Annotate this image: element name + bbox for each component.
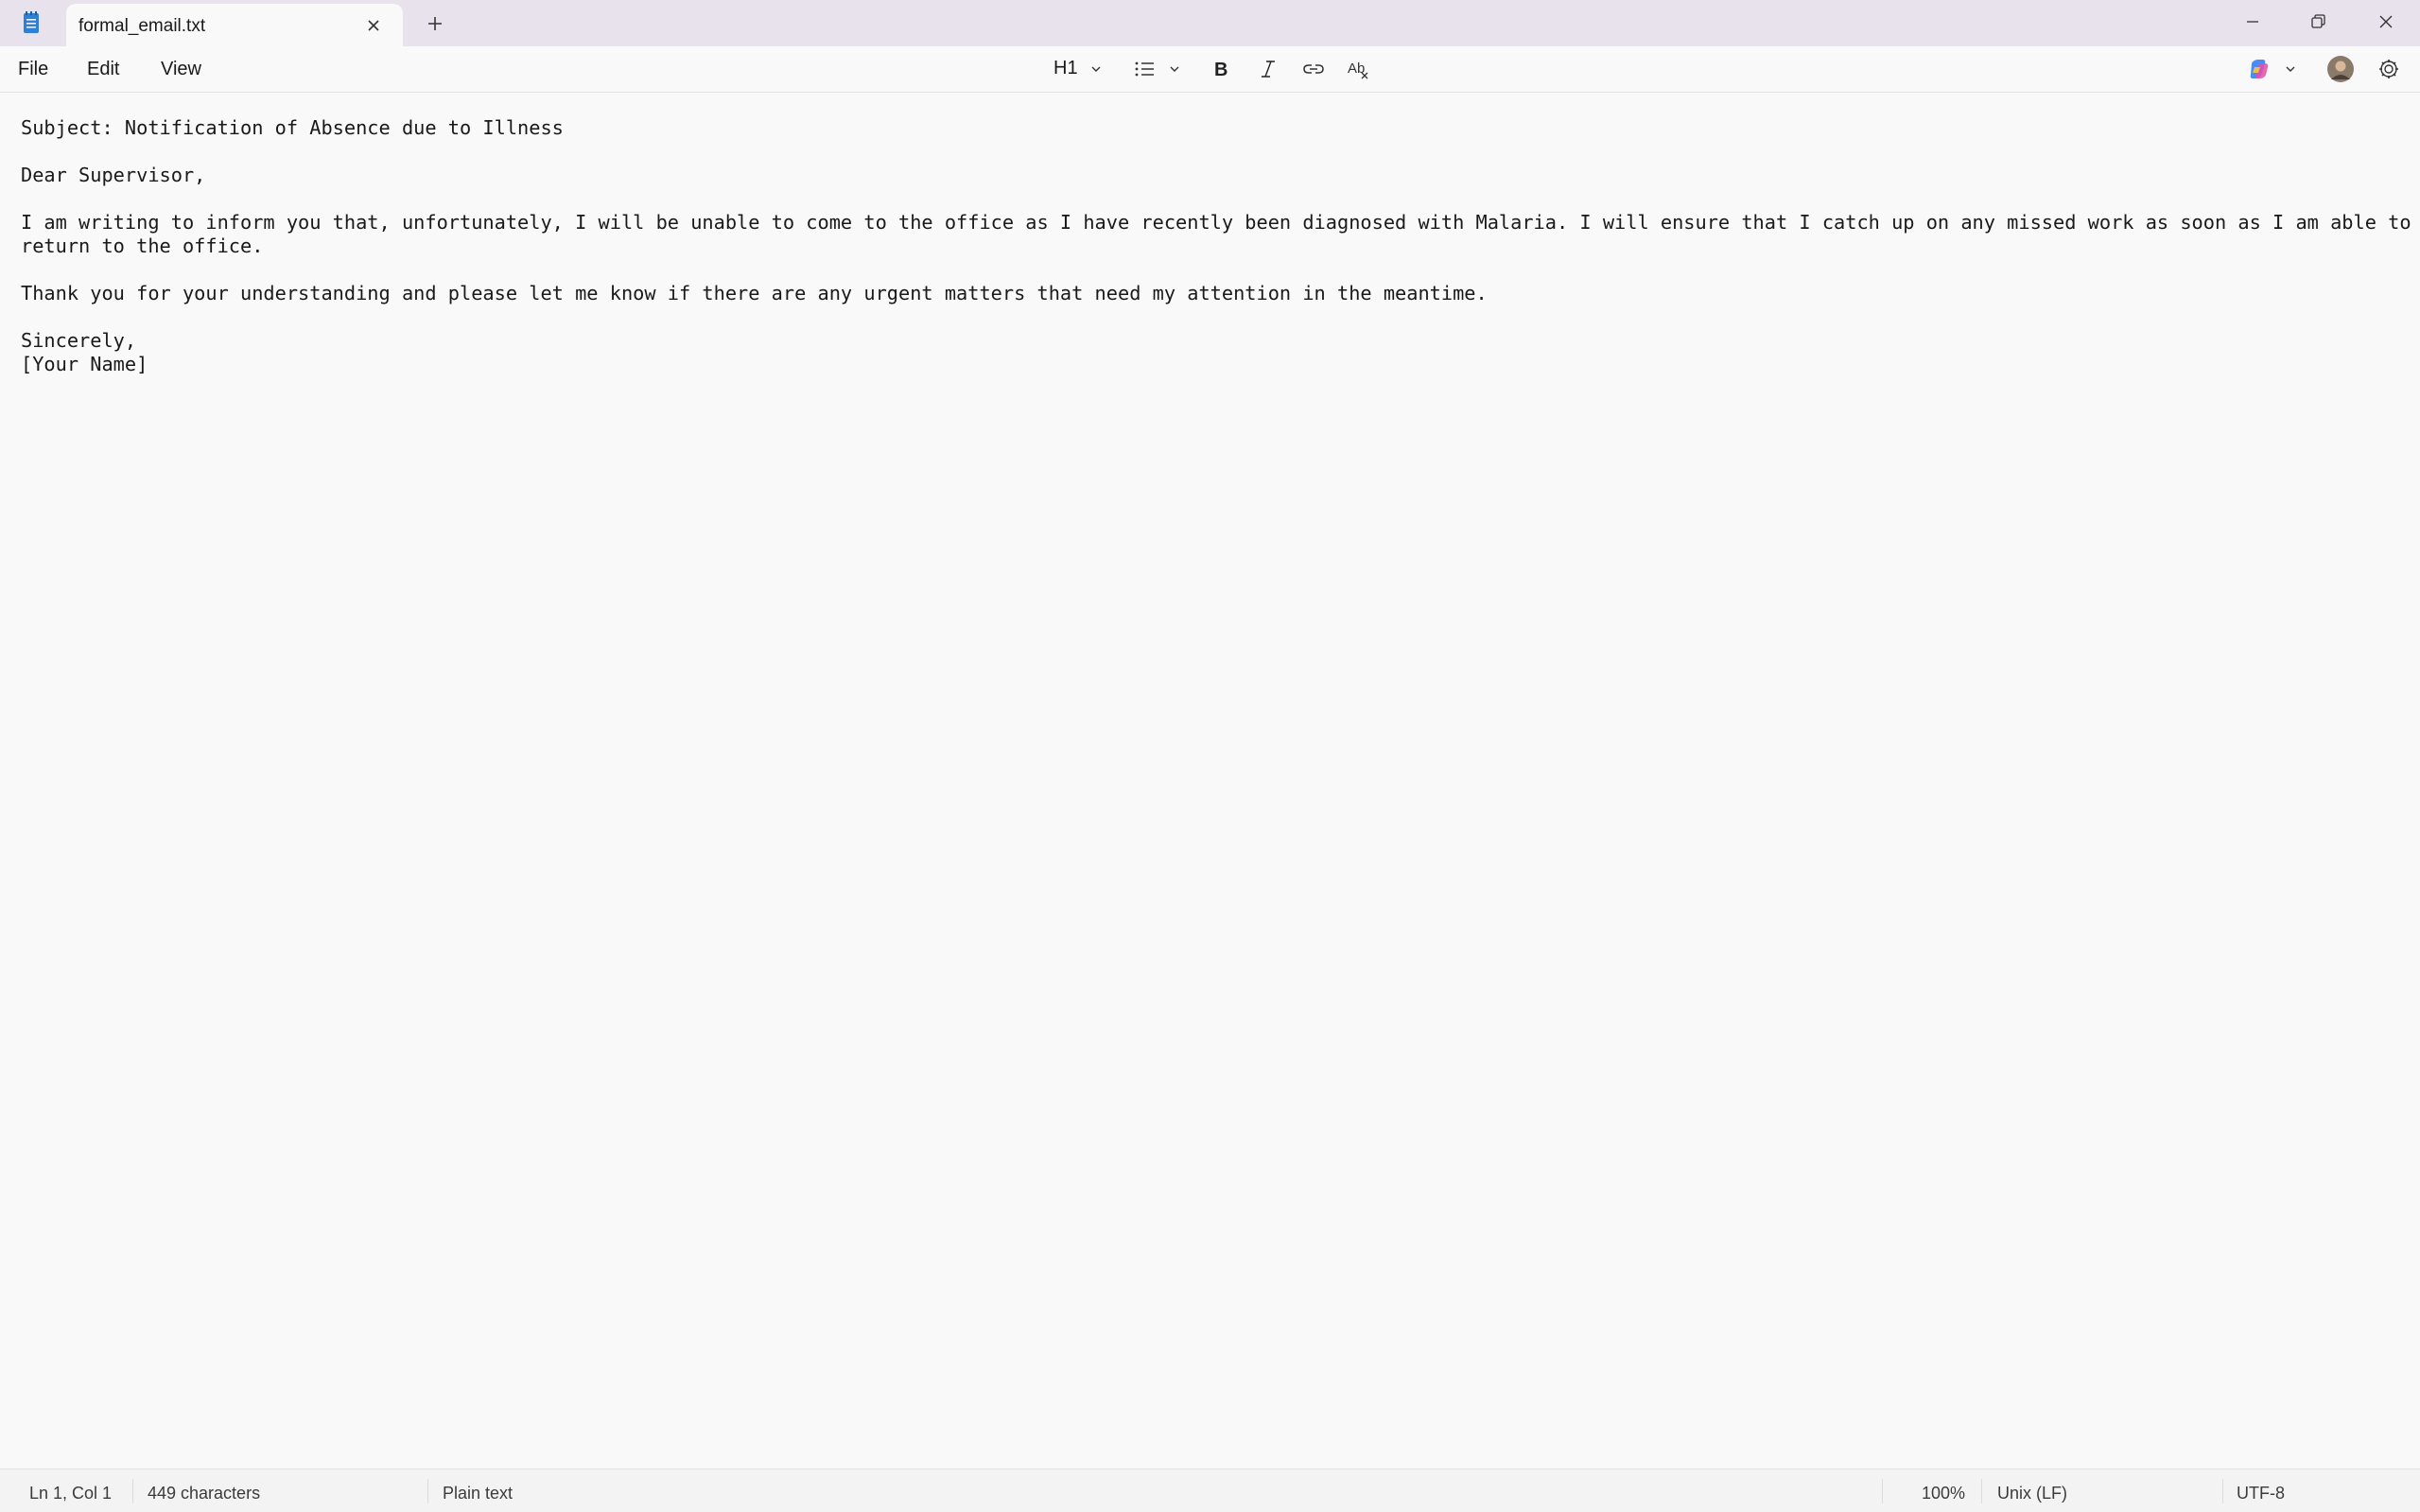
editor-line: return to the office.	[21, 235, 264, 257]
chevron-down-icon	[1091, 66, 1101, 72]
link-icon[interactable]	[1300, 54, 1327, 84]
notepad-window: formal_email.txt File Edit View H1 B Ab …	[0, 0, 2420, 1512]
divider	[1882, 1479, 1883, 1503]
notepad-icon	[24, 11, 39, 33]
menu-bar: File Edit View H1 B Ab	[0, 46, 2420, 93]
heading-label: H1	[1053, 58, 1078, 78]
cursor-position: Ln 1, Col 1	[29, 1484, 113, 1503]
tab-title: formal_email.txt	[78, 16, 206, 36]
minimize-icon[interactable]	[2238, 8, 2267, 36]
tab-formal-email[interactable]: formal_email.txt	[66, 4, 403, 46]
title-bar: formal_email.txt	[0, 0, 2420, 46]
editor-line: Thank you for your understanding and ple…	[21, 282, 1488, 304]
italic-icon[interactable]	[1257, 54, 1280, 84]
editor-line: [Your Name]	[21, 353, 148, 375]
restore-icon[interactable]	[2304, 8, 2332, 36]
bulleted-list-icon	[1135, 61, 1154, 77]
editor-line: Subject: Notification of Absence due to …	[21, 116, 564, 139]
status-bar: Ln 1, Col 1 449 characters Plain text 10…	[0, 1469, 2420, 1512]
encoding[interactable]: UTF-8	[2237, 1484, 2285, 1503]
copilot-icon	[2250, 60, 2269, 78]
editor-line: Sincerely,	[21, 329, 137, 352]
line-ending[interactable]: Unix (LF)	[1997, 1484, 2067, 1503]
text-editor[interactable]: Subject: Notification of Absence due to …	[0, 93, 2420, 1469]
plus-icon[interactable]	[425, 13, 445, 34]
character-count: 449 characters	[148, 1484, 261, 1503]
divider	[2222, 1479, 2223, 1503]
divider	[1981, 1479, 1982, 1503]
menu-edit[interactable]: Edit	[87, 59, 119, 80]
menu-file[interactable]: File	[18, 59, 48, 80]
gear-icon[interactable]	[2375, 54, 2403, 84]
close-window-icon[interactable]	[2372, 8, 2400, 36]
editor-line: Dear Supervisor,	[21, 164, 206, 186]
chevron-down-icon	[1170, 66, 1179, 72]
clear-formatting-icon[interactable]: Ab	[1346, 54, 1372, 84]
divider	[427, 1479, 428, 1503]
divider	[132, 1479, 133, 1503]
zoom-level[interactable]: 100%	[1922, 1484, 1965, 1503]
close-icon[interactable]	[363, 15, 384, 36]
editor-line: I am writing to inform you that, unfortu…	[21, 211, 2411, 234]
menu-view[interactable]: View	[161, 59, 201, 80]
svg-text:B: B	[1214, 60, 1227, 80]
bold-icon[interactable]: B	[1210, 54, 1232, 84]
chevron-down-icon	[2286, 66, 2295, 72]
avatar[interactable]	[2325, 54, 2356, 84]
text-format[interactable]: Plain text	[443, 1484, 513, 1503]
